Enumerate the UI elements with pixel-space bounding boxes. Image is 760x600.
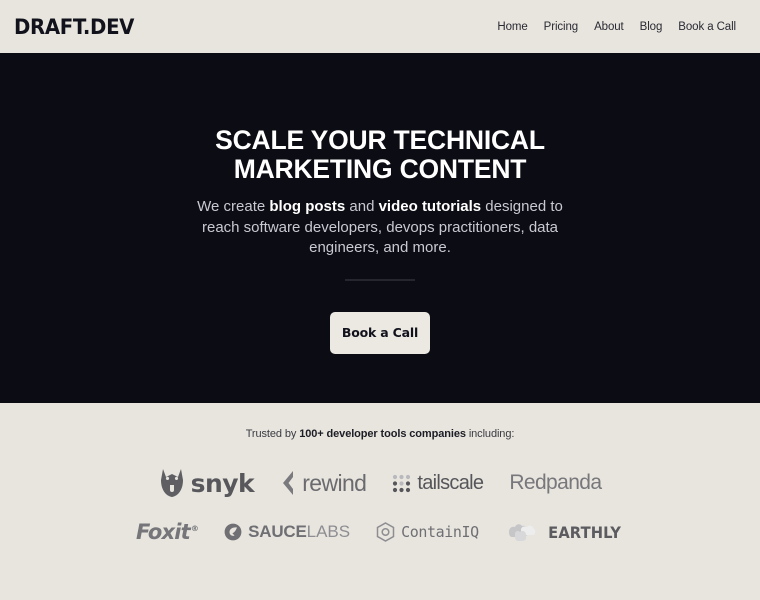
logo-tailscale[interactable]: tailscale: [392, 463, 484, 503]
logo-redpanda-wordmark: Redpanda: [509, 471, 602, 494]
book-a-call-button[interactable]: Book a Call: [330, 311, 430, 354]
swirl-icon: [224, 523, 242, 541]
nav-link-blog[interactable]: Blog: [640, 21, 663, 33]
logo-row: snyk rewind tailscale Redpanda: [160, 463, 602, 503]
logo-containiq-wordmark: ContainIQ: [401, 523, 479, 541]
trusted-label-bold: 100+ developer tools companies: [299, 428, 466, 440]
trusted-label-post: including:: [465, 428, 515, 440]
trusted-label-pre: Trusted by: [245, 428, 300, 440]
logo-saucelabs-bold: SAUCE: [248, 522, 307, 541]
overlapping-shapes-icon: [505, 521, 539, 543]
logo-redpanda[interactable]: Redpanda: [509, 463, 602, 503]
logo-snyk[interactable]: snyk: [159, 463, 255, 503]
hero-subtitle-part2: and: [345, 198, 379, 215]
logo-rewind-wordmark: rewind: [302, 469, 367, 496]
logo-tailscale-wordmark: tailscale: [417, 471, 484, 494]
hexagon-icon: [376, 522, 395, 542]
logo-foxit[interactable]: Foxit®: [135, 512, 199, 552]
logo-earthly-wordmark: EARTHLY: [547, 522, 621, 542]
brand-logo[interactable]: DRAFT.DEV: [14, 15, 134, 39]
logo-foxit-text: Foxit: [135, 520, 191, 544]
chevron-left-icon: [280, 470, 296, 496]
hero-subtitle-part1: We create: [197, 198, 270, 215]
landing-page: DRAFT.DEV Home Pricing About Blog Book a…: [0, 0, 760, 600]
logo-snyk-wordmark: snyk: [190, 468, 255, 498]
trusted-by-section: Trusted by 100+ developer tools companie…: [0, 403, 760, 600]
hero-title: SCALE YOUR TECHNICAL MARKETING CONTENT: [215, 125, 545, 184]
nav-link-about[interactable]: About: [594, 21, 624, 33]
main-navigation: Home Pricing About Blog Book a Call: [497, 21, 746, 33]
doberman-head-icon: [159, 468, 185, 498]
site-header: DRAFT.DEV Home Pricing About Blog Book a…: [0, 0, 760, 53]
nav-link-book-a-call[interactable]: Book a Call: [678, 21, 736, 33]
logo-saucelabs-wordmark: SAUCELABS: [248, 522, 350, 542]
logo-saucelabs-light: LABS: [306, 522, 351, 541]
hero-subtitle-bold2: video tutorials: [378, 198, 482, 215]
hero-section: SCALE YOUR TECHNICAL MARKETING CONTENT W…: [0, 53, 760, 403]
hero-subtitle: We create blog posts and video tutorials…: [184, 197, 576, 259]
logo-rewind[interactable]: rewind: [280, 463, 367, 503]
logo-row: Foxit® SAUCELABS ContainIQ EARTHLY: [136, 512, 621, 552]
logo-earthly[interactable]: EARTHLY: [505, 512, 624, 552]
trusted-by-label: Trusted by 100+ developer tools companie…: [246, 428, 515, 440]
logo-saucelabs[interactable]: SAUCELABS: [224, 512, 350, 552]
hero-subtitle-bold1: blog posts: [269, 198, 346, 215]
hero-divider: [345, 278, 415, 281]
logo-containiq[interactable]: ContainIQ: [376, 512, 479, 552]
nav-link-pricing[interactable]: Pricing: [544, 21, 579, 33]
customer-logo-grid: snyk rewind tailscale Redpanda Foxit® SA…: [136, 463, 621, 552]
logo-foxit-wordmark: Foxit®: [135, 520, 199, 544]
dot-grid-icon: [392, 474, 411, 493]
registered-trademark-icon: ®: [190, 524, 199, 533]
nav-link-home[interactable]: Home: [497, 21, 527, 33]
